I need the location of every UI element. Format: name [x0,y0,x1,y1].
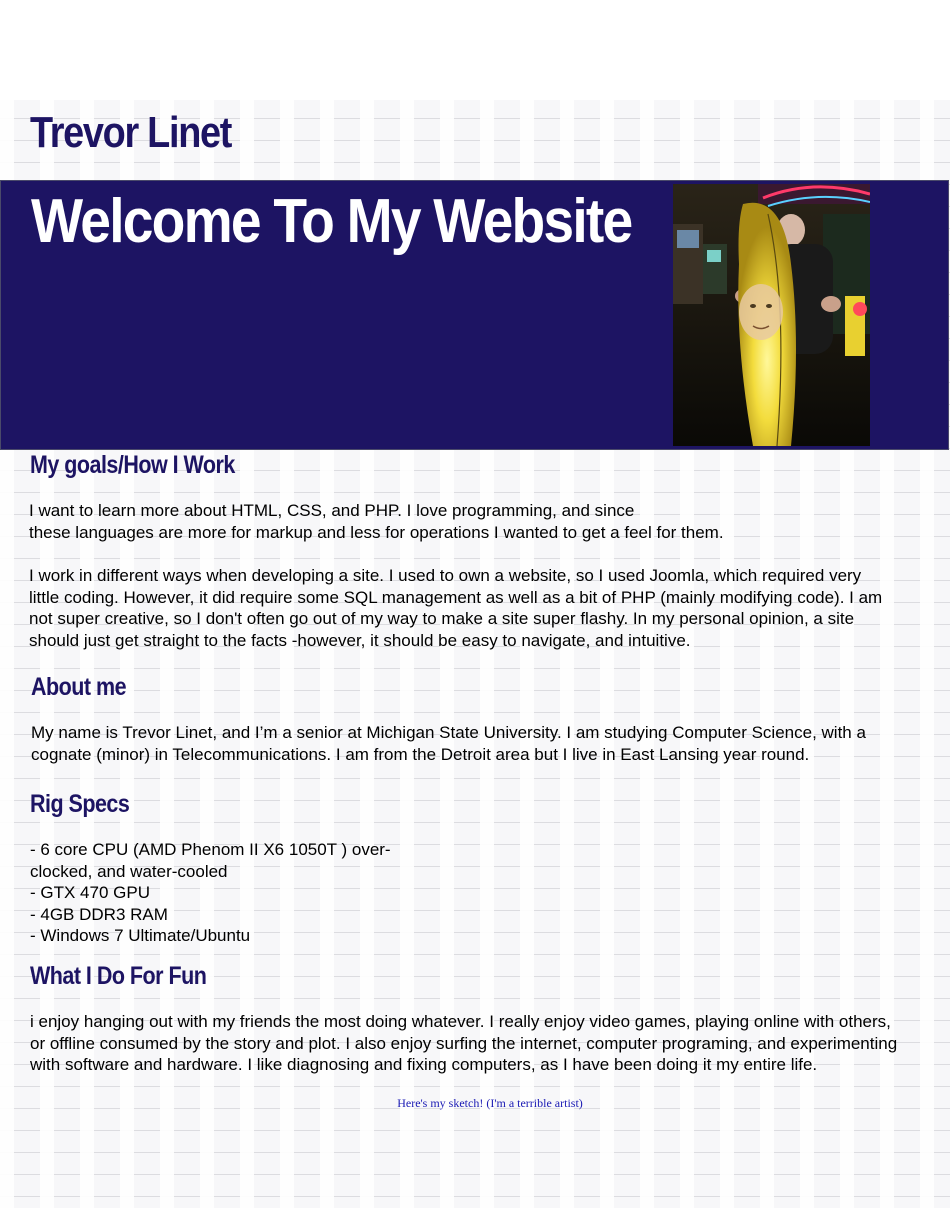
site-title: Trevor Linet [30,108,232,157]
fun-paragraph: i enjoy hanging out with my friends the … [30,1011,897,1076]
goals-p2-line2: little coding. However, it did require s… [29,587,883,607]
goals-paragraph-2: I work in different ways when developing… [29,565,882,651]
goals-p1-line2: these languages are more for markup and … [29,522,724,542]
goals-p1-line1: I want to learn more about HTML, CSS, an… [29,501,635,520]
about-line1: My name is Trevor Linet, and I’m a senio… [31,723,866,742]
goals-p2-line1: I work in different ways when developing… [29,566,862,585]
about-paragraph: My name is Trevor Linet, and I’m a senio… [31,722,866,765]
banner-title: Welcome To My Website [31,187,633,256]
rig-heading: Rig Specs [30,790,130,818]
rig-item: - GTX 470 GPU [30,883,150,903]
rig-item: clocked, and water-cooled [30,861,228,881]
rig-specs-list: - 6 core CPU (AMD Phenom II X6 1050T ) o… [30,839,391,947]
profile-photo [673,184,870,446]
fun-line1: i enjoy hanging out with my friends the … [30,1012,891,1031]
goals-p2-line3: not super creative, so I don't often go … [29,609,855,629]
sketch-link[interactable]: Here's my sketch! (I'm a terrible artist… [0,1096,950,1111]
about-line2: cognate (minor) in Telecommunications. I… [31,744,810,764]
fun-line3: with software and hardware. I like diagn… [30,1055,818,1075]
rig-item: - 4GB DDR3 RAM [30,904,168,924]
fun-heading: What I Do For Fun [30,962,207,990]
goals-paragraph-1: I want to learn more about HTML, CSS, an… [29,500,724,543]
rig-item: - 6 core CPU (AMD Phenom II X6 1050T ) o… [30,840,391,859]
rig-item: - Windows 7 Ultimate/Ubuntu [30,926,251,946]
goals-p2-line4: should just get straight to the facts -h… [29,630,691,650]
goals-heading: My goals/How I Work [30,451,235,479]
fun-line2: or offline consumed by the story and plo… [30,1033,898,1053]
about-heading: About me [31,673,127,701]
